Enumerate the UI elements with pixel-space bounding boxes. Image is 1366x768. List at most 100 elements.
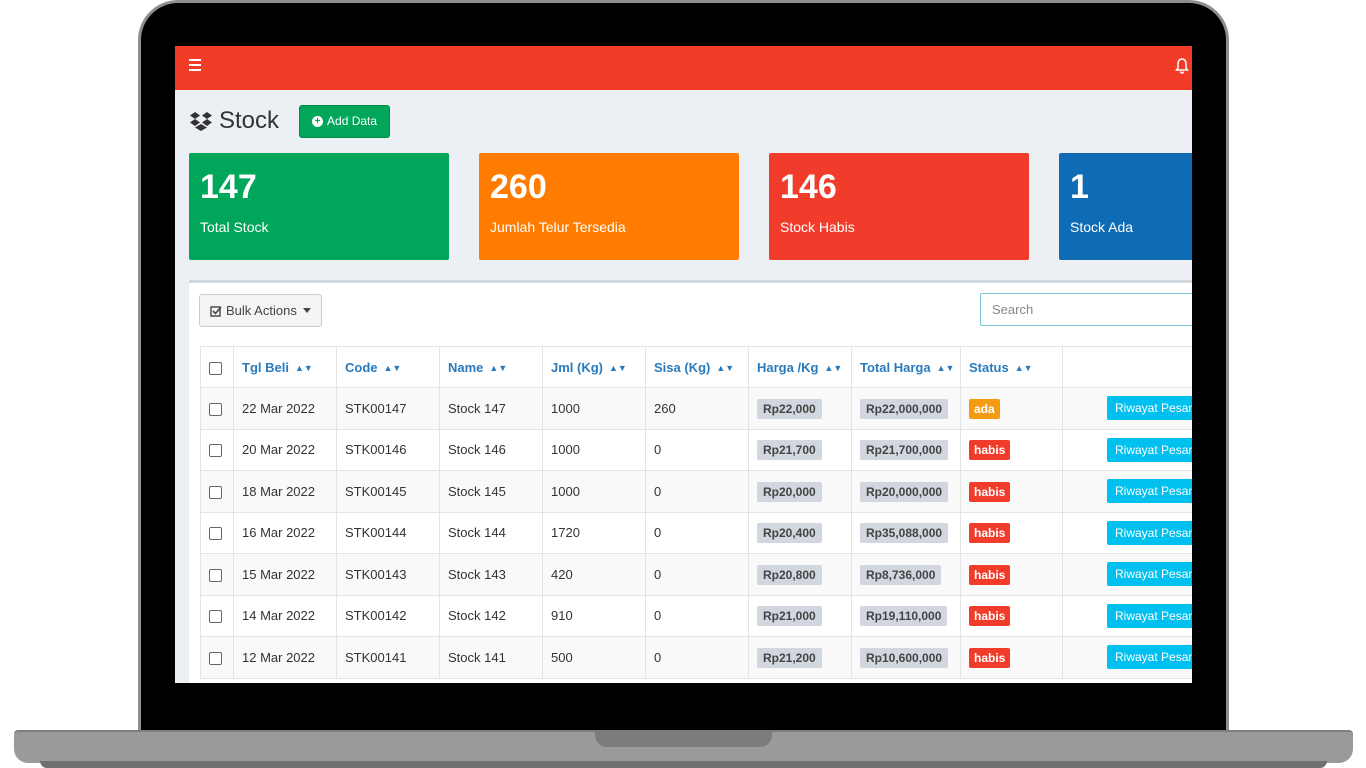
stat-label: Stock Habis xyxy=(780,219,855,235)
cell-sisa: 0 xyxy=(645,470,749,513)
column-header[interactable]: Status ▲▼ xyxy=(960,346,1063,388)
plus-circle-icon: + xyxy=(312,115,324,127)
cell-actions: Riwayat Pesan xyxy=(1062,636,1192,679)
row-select-cell xyxy=(200,470,234,513)
sort-icon: ▲▼ xyxy=(383,362,402,373)
row-checkbox[interactable] xyxy=(209,651,222,665)
cell-code: STK00146 xyxy=(336,428,440,471)
table-row: 16 Mar 2022 STK00144 Stock 144 1720 0 Rp20,40… xyxy=(200,511,1192,554)
cell-name: Stock 147 xyxy=(439,387,543,430)
cell-actions: Riwayat Pesan xyxy=(1062,387,1192,430)
column-header[interactable]: Jml (Kg) ▲▼ xyxy=(542,346,646,388)
cell-code: STK00144 xyxy=(336,511,440,554)
riwayat-pesan-button[interactable]: Riwayat Pesan xyxy=(1107,396,1192,421)
sort-icon: ▲▼ xyxy=(1014,362,1033,373)
cell-total: Rp21,700,000 xyxy=(851,428,961,471)
bulk-actions-button[interactable]: Bulk Actions xyxy=(199,294,322,327)
cell-tgl-beli: 14 Mar 2022 xyxy=(233,594,337,637)
column-header[interactable]: Sisa (Kg) ▲▼ xyxy=(645,346,749,388)
column-header[interactable]: Name ▲▼ xyxy=(439,346,543,388)
stat-label: Stock Ada xyxy=(1070,219,1134,235)
total-label: Rp8,736,000 xyxy=(860,564,942,585)
cell-code: STK00142 xyxy=(336,594,440,637)
app-screen: Stock + Add Data 147 Total Stock 260 Jum… xyxy=(175,46,1192,683)
stat-stock-habis: 146 Stock Habis xyxy=(769,153,1029,260)
cell-harga: Rp20,000 xyxy=(748,470,852,513)
cell-harga: Rp22,000 xyxy=(748,387,852,430)
table-row: 12 Mar 2022 STK00141 Stock 141 500 0 Rp21,200… xyxy=(200,636,1192,679)
cell-sisa: 0 xyxy=(645,428,749,471)
riwayat-pesan-button[interactable]: Riwayat Pesan xyxy=(1107,645,1192,670)
column-header[interactable]: Code ▲▼ xyxy=(336,346,440,388)
cell-code: STK00141 xyxy=(336,636,440,679)
riwayat-pesan-button[interactable]: Riwayat Pesan xyxy=(1107,520,1192,545)
row-checkbox[interactable] xyxy=(209,568,222,582)
row-select-cell xyxy=(200,553,234,596)
cell-total: Rp35,088,000 xyxy=(851,511,961,554)
riwayat-pesan-button[interactable]: Riwayat Pesan xyxy=(1107,437,1192,462)
add-data-button[interactable]: + Add Data xyxy=(299,104,391,138)
hamburger-icon[interactable] xyxy=(189,59,201,71)
harga-label: Rp21,700 xyxy=(757,440,822,461)
cell-harga: Rp20,800 xyxy=(748,553,852,596)
sort-icon: ▲▼ xyxy=(294,362,313,373)
select-all-checkbox[interactable] xyxy=(209,361,222,375)
row-checkbox[interactable] xyxy=(209,402,222,416)
table-row: 14 Mar 2022 STK00142 Stock 142 910 0 Rp21,000… xyxy=(200,594,1192,637)
cell-status: ada xyxy=(960,387,1063,430)
riwayat-pesan-button[interactable]: Riwayat Pesan xyxy=(1107,562,1192,587)
cell-status: habis xyxy=(960,553,1063,596)
bell-icon[interactable] xyxy=(1175,57,1189,75)
row-select-cell xyxy=(200,594,234,637)
column-header[interactable]: Tgl Beli ▲▼ xyxy=(233,346,337,388)
cell-harga: Rp21,000 xyxy=(748,594,852,637)
row-select-cell xyxy=(200,387,234,430)
cell-name: Stock 143 xyxy=(439,553,543,596)
sort-icon: ▲▼ xyxy=(489,362,508,373)
table-row: 22 Mar 2022 STK00147 Stock 147 1000 260 Rp22,… xyxy=(200,387,1192,430)
column-header[interactable]: Total Harga ▲▼ xyxy=(851,346,961,388)
page-header: Stock + Add Data xyxy=(189,104,391,138)
cell-total: Rp10,600,000 xyxy=(851,636,961,679)
row-checkbox[interactable] xyxy=(209,610,222,624)
stat-value: 147 xyxy=(200,168,257,206)
cell-total: Rp19,110,000 xyxy=(851,594,961,637)
row-select-cell xyxy=(200,511,234,554)
cell-jml: 420 xyxy=(542,553,646,596)
cell-actions: Riwayat Pesan xyxy=(1062,428,1192,471)
select-all-cell xyxy=(200,346,234,388)
riwayat-pesan-button[interactable]: Riwayat Pesan xyxy=(1107,479,1192,504)
cell-status: habis xyxy=(960,428,1063,471)
riwayat-pesan-button[interactable]: Riwayat Pesan xyxy=(1107,603,1192,628)
status-badge: habis xyxy=(969,606,1011,627)
sort-icon: ▲▼ xyxy=(824,362,843,373)
cell-name: Stock 141 xyxy=(439,636,543,679)
sort-icon: ▲▼ xyxy=(936,362,955,373)
stat-label: Jumlah Telur Tersedia xyxy=(490,219,626,235)
column-header[interactable]: Harga /Kg ▲▼ xyxy=(748,346,852,388)
status-badge: habis xyxy=(969,564,1011,585)
cell-jml: 1000 xyxy=(542,428,646,471)
cell-total: Rp8,736,000 xyxy=(851,553,961,596)
cell-jml: 1000 xyxy=(542,387,646,430)
sort-icon: ▲▼ xyxy=(716,362,735,373)
cell-actions: Riwayat Pesan xyxy=(1062,470,1192,513)
actions-column-header xyxy=(1062,346,1192,388)
harga-label: Rp21,200 xyxy=(757,647,822,668)
row-checkbox[interactable] xyxy=(209,444,222,458)
harga-label: Rp20,400 xyxy=(757,523,822,544)
row-checkbox[interactable] xyxy=(209,485,222,499)
status-badge: habis xyxy=(969,440,1011,461)
search-input[interactable] xyxy=(980,293,1192,326)
row-checkbox[interactable] xyxy=(209,527,222,541)
stat-value: 260 xyxy=(490,168,547,206)
total-label: Rp19,110,000 xyxy=(860,606,948,627)
cell-name: Stock 142 xyxy=(439,594,543,637)
cell-code: STK00147 xyxy=(336,387,440,430)
cell-actions: Riwayat Pesan xyxy=(1062,511,1192,554)
stat-value: 1 xyxy=(1070,168,1089,206)
harga-label: Rp22,000 xyxy=(757,398,822,419)
row-select-cell xyxy=(200,428,234,471)
cell-tgl-beli: 20 Mar 2022 xyxy=(233,428,337,471)
status-badge: habis xyxy=(969,523,1011,544)
